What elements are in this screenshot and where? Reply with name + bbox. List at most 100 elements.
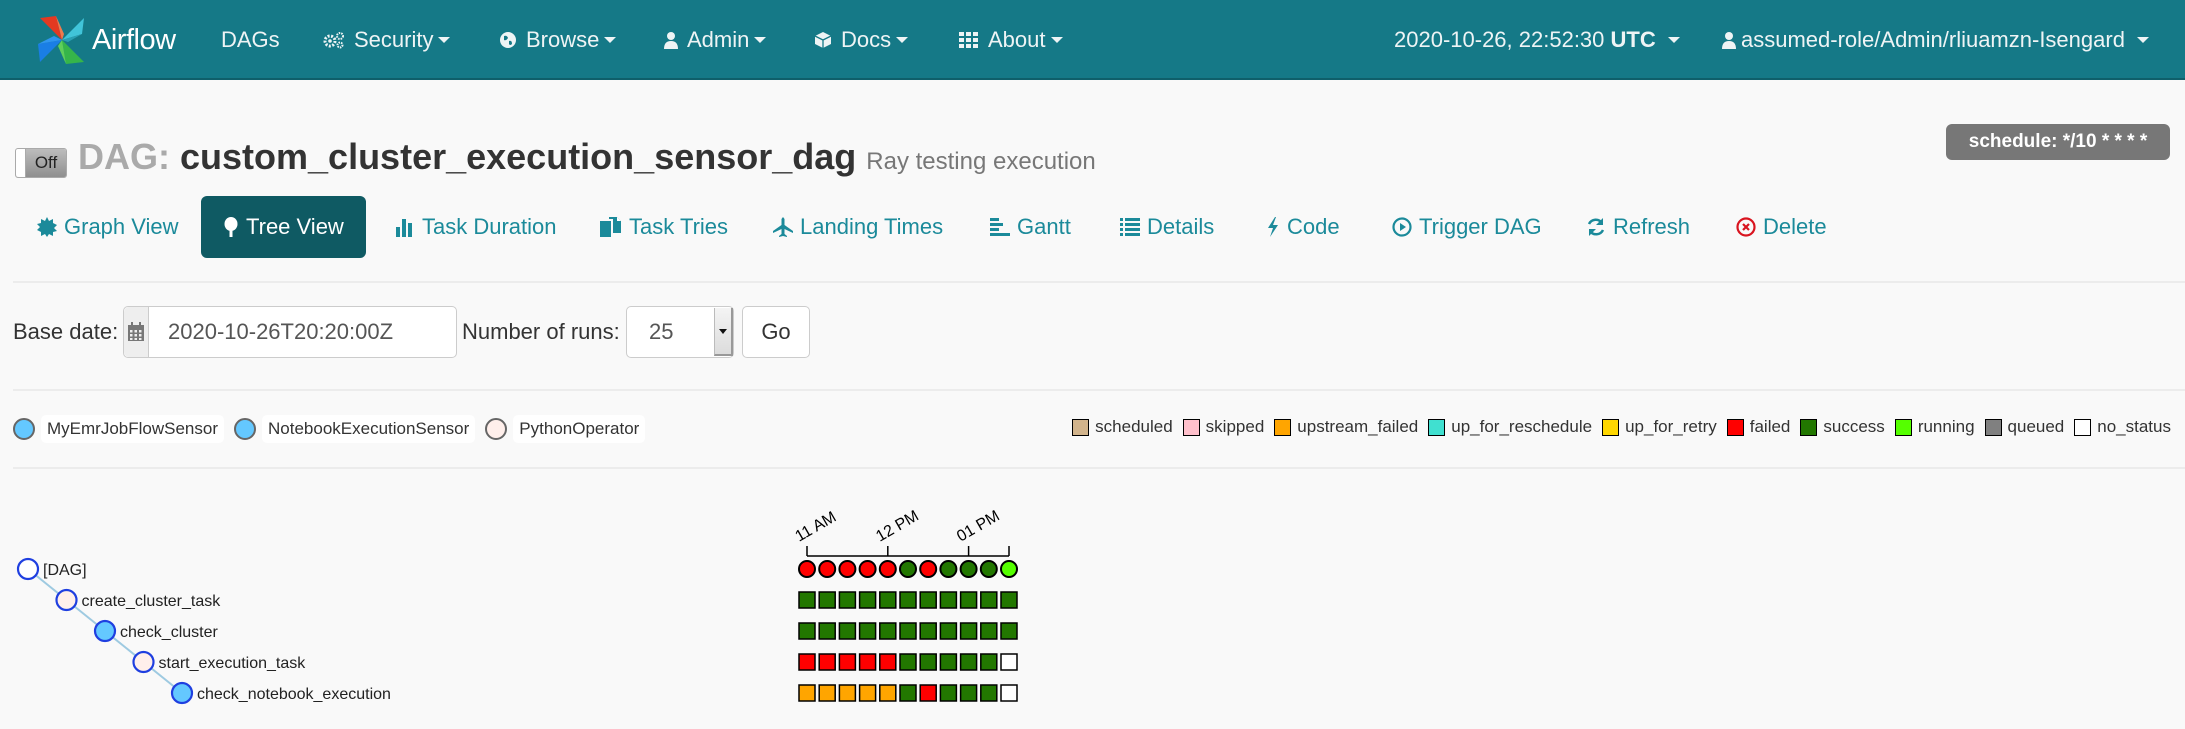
caret-down-icon [2136, 37, 2149, 43]
task-instance-success[interactable] [879, 622, 897, 640]
tab-task-duration[interactable]: Task Duration [395, 196, 557, 258]
task-instance-failed[interactable] [919, 684, 937, 702]
task-instance-success[interactable] [858, 622, 877, 640]
task-instance-success[interactable] [980, 591, 998, 609]
task-instance-upstream_failed[interactable] [838, 684, 857, 702]
task-instance-success[interactable] [980, 622, 998, 640]
dag-pause-toggle[interactable]: Off [15, 148, 67, 178]
operator-label: MyEmrJobFlowSensor [41, 415, 224, 443]
number-of-runs-select[interactable]: 25 [626, 306, 734, 358]
dag-id: custom_cluster_execution_sensor_dag [180, 136, 857, 177]
task-instance-success[interactable] [818, 622, 836, 640]
runs-value: 25 [649, 319, 674, 344]
tree-node[interactable] [16, 557, 40, 581]
task-instance-upstream_failed[interactable] [879, 684, 897, 702]
tab-label: Trigger DAG [1419, 214, 1542, 239]
airflow-logo[interactable]: Airflow [34, 12, 176, 68]
calendar-icon[interactable] [124, 307, 149, 357]
task-instance-success[interactable] [939, 653, 958, 671]
task-instance-upstream_failed[interactable] [798, 684, 816, 702]
task-instance-failed[interactable] [818, 653, 836, 671]
task-instance-success[interactable] [879, 591, 897, 609]
state-label: upstream_failed [1297, 417, 1419, 436]
dag-run-failed[interactable] [919, 560, 938, 578]
current-time: 2020-10-26, 22:52:30 [1394, 27, 1605, 52]
tab-tree-view[interactable]: Tree View [201, 196, 366, 258]
task-instance-success[interactable] [980, 684, 998, 702]
nav-docs[interactable]: Docs [814, 0, 909, 80]
task-instance-success[interactable] [858, 591, 877, 609]
tree-node-label[interactable]: create_cluster_task [82, 593, 222, 610]
tab-landing-times[interactable]: Landing Times [773, 196, 943, 258]
go-button[interactable]: Go [742, 306, 810, 358]
base-date-input[interactable] [149, 307, 456, 357]
task-instance-success[interactable] [939, 622, 958, 640]
task-instance-success[interactable] [838, 591, 857, 609]
task-instance-success[interactable] [959, 622, 978, 640]
dag-run-success[interactable] [939, 560, 958, 578]
tree-node-label[interactable]: [DAG] [43, 562, 87, 579]
tree-node-label[interactable]: check_notebook_execution [197, 686, 391, 703]
state-swatch [1274, 418, 1292, 436]
dag-run-failed[interactable] [818, 560, 837, 578]
nav-user[interactable]: assumed-role/Admin/rliuamzn-Isengard [1722, 0, 2149, 80]
task-instance-failed[interactable] [798, 653, 816, 671]
task-instance-success[interactable] [939, 591, 958, 609]
task-instance-success[interactable] [899, 653, 917, 671]
caret-down-icon [604, 37, 617, 43]
nav-about[interactable]: About [959, 0, 1063, 80]
task-instance-upstream_failed[interactable] [858, 684, 877, 702]
caret-down-icon [754, 37, 767, 43]
tree-node[interactable] [132, 650, 155, 674]
tab-task-tries[interactable]: Task Tries [600, 196, 728, 258]
dag-run-success[interactable] [959, 560, 978, 578]
tree-node[interactable] [170, 681, 194, 705]
tab-details[interactable]: Details [1120, 196, 1214, 258]
nav-admin[interactable]: Admin [664, 0, 767, 80]
task-instance-success[interactable] [838, 622, 857, 640]
task-instance-success[interactable] [798, 591, 816, 609]
dag-run-failed[interactable] [838, 560, 857, 578]
task-instance-success[interactable] [919, 591, 937, 609]
task-instance-success[interactable] [959, 591, 978, 609]
task-instance-success[interactable] [1000, 591, 1018, 609]
task-instance-success[interactable] [959, 653, 978, 671]
task-instance-failed[interactable] [838, 653, 857, 671]
nav-dags[interactable]: DAGs [221, 0, 280, 80]
task-instance-no_status[interactable] [1000, 684, 1018, 702]
task-instance-success[interactable] [818, 591, 836, 609]
task-instance-success[interactable] [919, 622, 937, 640]
task-instance-success[interactable] [980, 653, 998, 671]
nav-security[interactable]: Security [323, 0, 451, 80]
task-instance-failed[interactable] [858, 653, 877, 671]
tab-delete[interactable]: Delete [1736, 196, 1827, 258]
tree-node[interactable] [55, 588, 78, 612]
dag-run-success[interactable] [979, 560, 998, 578]
tree-node[interactable] [93, 619, 117, 643]
task-instance-success[interactable] [939, 684, 958, 702]
task-instance-failed[interactable] [879, 653, 897, 671]
dag-run-failed[interactable] [798, 560, 816, 578]
tab-gantt[interactable]: Gantt [990, 196, 1071, 258]
dag-run-running[interactable] [1000, 560, 1018, 578]
task-instance-upstream_failed[interactable] [818, 684, 836, 702]
dag-run-success[interactable] [899, 560, 917, 578]
tree-node-label[interactable]: start_execution_task [159, 655, 307, 672]
nav-browse[interactable]: Browse [499, 0, 617, 80]
tab-refresh[interactable]: Refresh [1586, 196, 1690, 258]
dag-run-failed[interactable] [878, 560, 897, 578]
task-instance-no_status[interactable] [1000, 653, 1018, 671]
tab-graph-view[interactable]: Graph View [37, 196, 179, 258]
tab-trigger-dag[interactable]: Trigger DAG [1392, 196, 1542, 258]
tab-code[interactable]: Code [1266, 196, 1340, 258]
task-instance-success[interactable] [899, 622, 917, 640]
task-instance-success[interactable] [899, 684, 917, 702]
tree-node-label[interactable]: check_cluster [120, 624, 218, 641]
task-instance-success[interactable] [1000, 622, 1018, 640]
nav-clock[interactable]: 2020-10-26, 22:52:30 UTC [1394, 0, 1680, 80]
task-instance-success[interactable] [919, 653, 937, 671]
task-instance-success[interactable] [798, 622, 816, 640]
task-instance-success[interactable] [899, 591, 917, 609]
task-instance-success[interactable] [959, 684, 978, 702]
dag-run-failed[interactable] [858, 560, 877, 578]
